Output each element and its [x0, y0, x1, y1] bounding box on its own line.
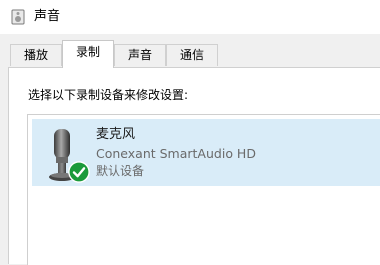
- title-bar[interactable]: 声音: [0, 0, 380, 34]
- device-list: 麦克风 Conexant SmartAudio HD 默认设备: [27, 114, 380, 265]
- tab-recording[interactable]: 录制: [62, 40, 114, 68]
- window-title: 声音: [34, 9, 61, 24]
- recording-panel: 选择以下录制设备来修改设置: 麦克风 Conexant SmartAudio H…: [8, 67, 380, 265]
- device-item-microphone[interactable]: 麦克风 Conexant SmartAudio HD 默认设备: [32, 119, 380, 186]
- sound-dialog: 声音 播放 录制 声音 通信 选择以下录制设备来修改设置: 麦克风 Conexa…: [0, 0, 380, 265]
- tab-playback[interactable]: 播放: [10, 44, 62, 66]
- device-status: 默认设备: [96, 164, 145, 178]
- tab-communications[interactable]: 通信: [166, 44, 218, 66]
- tab-bar: 播放 录制 声音 通信: [0, 40, 380, 68]
- device-driver: Conexant SmartAudio HD: [96, 146, 256, 161]
- device-name: 麦克风: [96, 127, 136, 142]
- default-checkmark-icon: [68, 161, 90, 183]
- tab-sounds[interactable]: 声音: [114, 44, 166, 66]
- instruction-text: 选择以下录制设备来修改设置:: [28, 88, 189, 102]
- speaker-icon: [11, 9, 25, 25]
